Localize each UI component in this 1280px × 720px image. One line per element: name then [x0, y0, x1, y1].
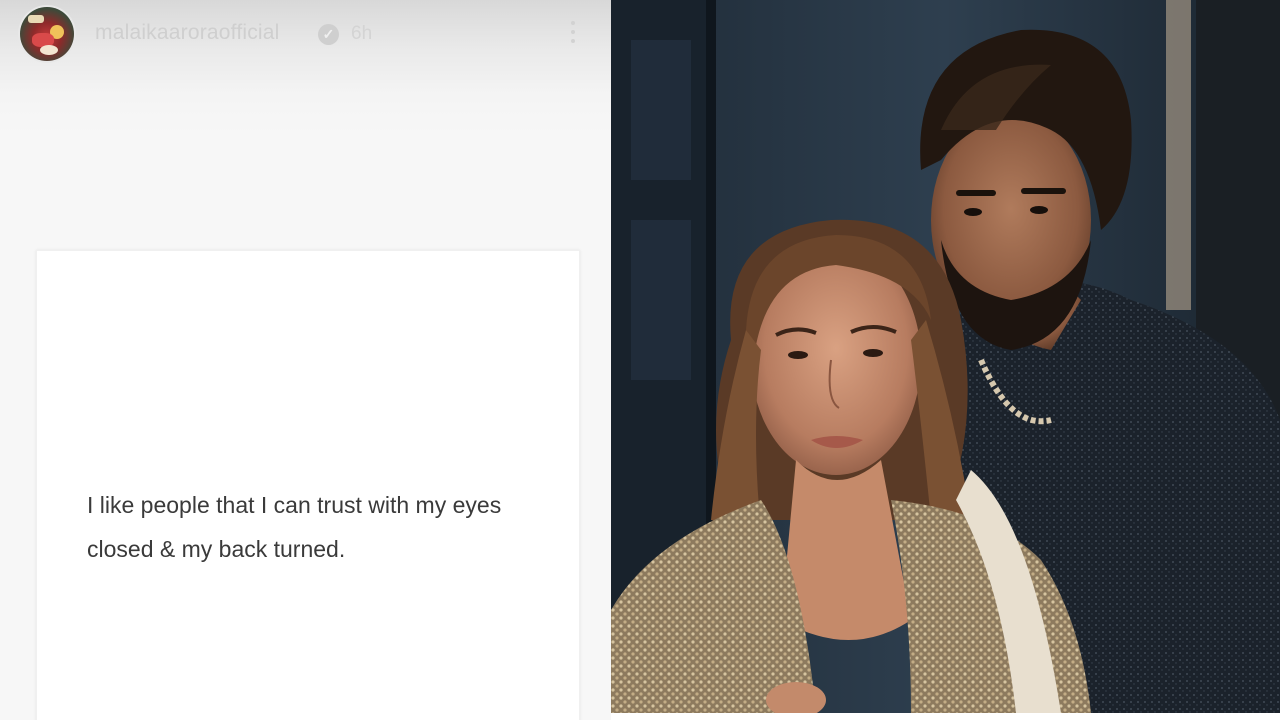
photo-illustration [611, 0, 1280, 713]
couple-photo [611, 0, 1280, 713]
story-username[interactable]: malaikaaroraofficial [95, 21, 280, 45]
photo-bottom-border [611, 713, 1280, 720]
screen: malaikaaroraofficial ✓ 6h I like people … [0, 0, 1280, 720]
story-header: malaikaaroraofficial ✓ 6h [0, 0, 611, 135]
story-timestamp: 6h [351, 23, 373, 44]
quote-card: I like people that I can trust with my e… [36, 250, 580, 720]
story-panel: malaikaaroraofficial ✓ 6h I like people … [0, 0, 611, 720]
quote-text: I like people that I can trust with my e… [87, 492, 502, 562]
verified-badge-icon: ✓ [318, 24, 339, 45]
profile-avatar[interactable] [20, 7, 74, 61]
more-options-icon[interactable] [563, 15, 583, 51]
